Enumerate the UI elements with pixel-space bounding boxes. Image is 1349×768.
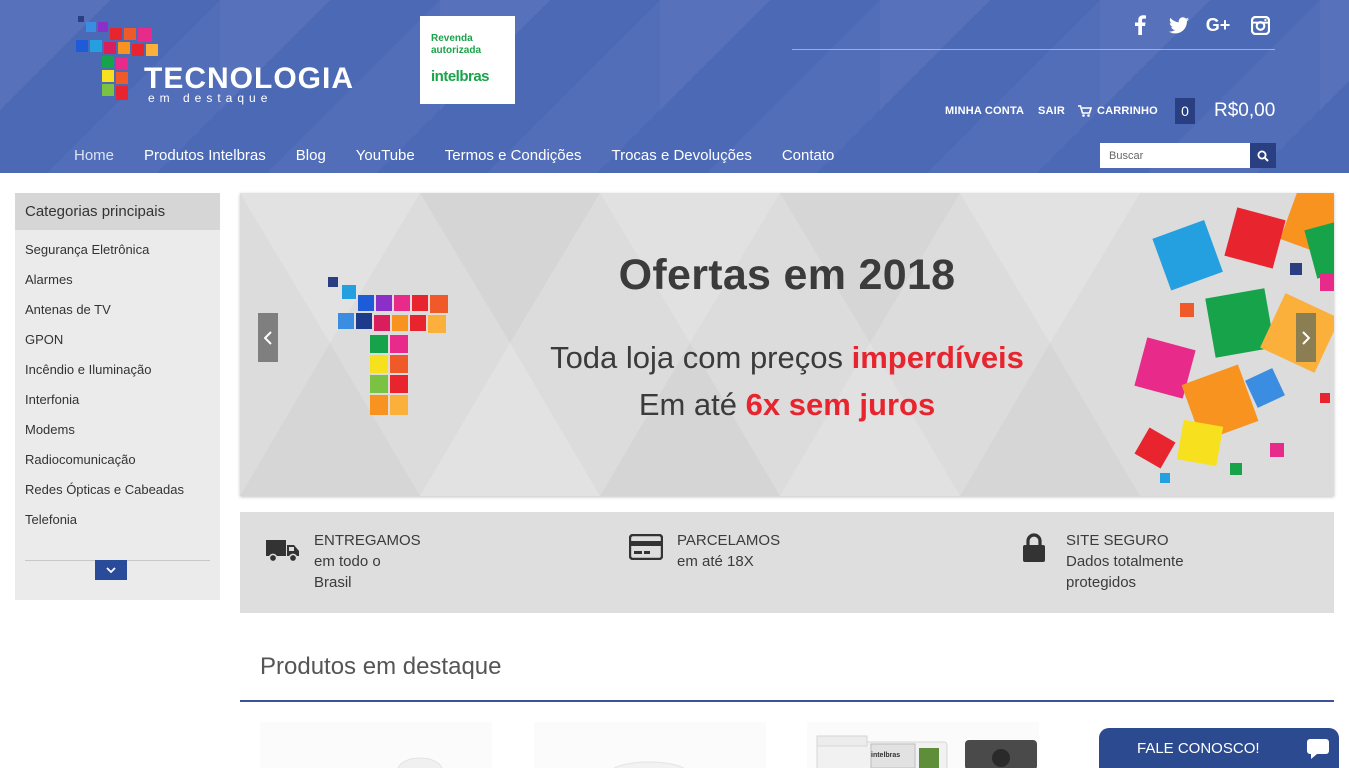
product-image: [260, 722, 492, 768]
show-more-categories-button[interactable]: [95, 560, 127, 580]
category-item[interactable]: GPON: [15, 325, 220, 355]
facebook-icon[interactable]: [1126, 12, 1154, 38]
search-input[interactable]: [1100, 143, 1250, 168]
chevron-left-icon: [264, 330, 272, 345]
nav-blog[interactable]: Blog: [296, 145, 326, 167]
header-divider: [792, 49, 1275, 50]
carousel-prev-button[interactable]: [258, 313, 278, 362]
category-item[interactable]: Telefonia: [15, 505, 220, 535]
nav-youtube[interactable]: YouTube: [356, 145, 415, 167]
chevron-down-icon: [106, 566, 116, 573]
feature-installments-desc: em até 18X: [677, 553, 754, 570]
banner-line-2: Em até 6x sem juros: [240, 385, 1334, 425]
logo-wordmark: TECNOLOGIA: [144, 62, 354, 95]
feature-installments-title: PARCELAMOS: [677, 532, 781, 549]
category-item[interactable]: Radiocomunicação: [15, 445, 220, 475]
category-item[interactable]: Segurança Eletrônica: [15, 235, 220, 265]
main-nav: Home Produtos Intelbras Blog YouTube Ter…: [74, 145, 864, 167]
product-card[interactable]: [534, 722, 766, 768]
category-item[interactable]: Incêndio e Iluminação: [15, 355, 220, 385]
site-logo[interactable]: TECNOLOGIA em destaque: [74, 14, 356, 106]
banner-line-1-text: Toda loja com preços: [550, 340, 852, 375]
credit-card-icon: [629, 534, 663, 560]
cart-total: R$0,00: [1214, 100, 1276, 121]
product-card[interactable]: intelbras: [807, 722, 1039, 768]
banner-line-1: Toda loja com preços imperdíveis: [240, 338, 1334, 378]
feature-secure-desc: Dados totalmente protegidos: [1066, 553, 1184, 591]
product-thumb-brand: intelbras: [871, 752, 901, 759]
nav-contato[interactable]: Contato: [782, 145, 835, 167]
category-item[interactable]: Interfonia: [15, 385, 220, 415]
feature-delivery-title: ENTREGAMOS: [314, 532, 421, 549]
sidebar-title: Categorias principais: [15, 193, 220, 230]
search-icon: [1257, 150, 1269, 162]
featured-products-rule: [240, 700, 1334, 702]
product-card[interactable]: [260, 722, 492, 768]
badge-brand: intelbras: [431, 68, 490, 85]
my-account-link[interactable]: MINHA CONTA: [945, 104, 1024, 118]
banner-line-1-highlight: imperdíveis: [851, 340, 1024, 375]
nav-trocas[interactable]: Trocas e Devoluções: [611, 145, 751, 167]
cart-link[interactable]: CARRINHO: [1078, 104, 1158, 118]
product-image: [807, 722, 1039, 768]
cart-label: CARRINHO: [1097, 105, 1158, 117]
cart-icon: [1078, 105, 1092, 117]
banner-headline: Ofertas em 2018: [618, 251, 956, 299]
google-plus-icon[interactable]: G+: [1204, 12, 1232, 38]
chevron-right-icon: [1302, 330, 1310, 345]
category-list: Segurança Eletrônica Alarmes Antenas de …: [15, 230, 220, 535]
lock-icon: [1023, 533, 1045, 562]
nav-produtos-intelbras[interactable]: Produtos Intelbras: [144, 145, 266, 167]
nav-home[interactable]: Home: [74, 145, 114, 167]
carousel-next-button[interactable]: [1296, 313, 1316, 362]
intelbras-reseller-badge[interactable]: Revenda autorizada intelbras: [420, 16, 515, 104]
instagram-icon[interactable]: [1246, 12, 1274, 38]
cart-count-badge[interactable]: 0: [1175, 98, 1195, 124]
feature-delivery-desc: em todo o Brasil: [314, 553, 381, 591]
search-button[interactable]: [1250, 143, 1276, 168]
category-item[interactable]: Antenas de TV: [15, 295, 220, 325]
category-item[interactable]: Alarmes: [15, 265, 220, 295]
chat-bubble-icon: [1307, 739, 1329, 759]
logout-link[interactable]: SAIR: [1038, 104, 1065, 118]
logo-tagline: em destaque: [148, 91, 273, 105]
hero-carousel: Ofertas em 2018 Toda loja com preços imp…: [240, 193, 1334, 496]
badge-caption: Revenda autorizada: [431, 33, 482, 56]
banner-line-2-text: Em até: [638, 387, 746, 422]
category-sidebar: Categorias principais Segurança Eletrôni…: [15, 193, 220, 600]
nav-termos[interactable]: Termos e Condições: [445, 145, 582, 167]
site-header: TECNOLOGIA em destaque Revenda autorizad…: [0, 0, 1349, 173]
banner-line-2-highlight: 6x sem juros: [745, 387, 936, 422]
category-item[interactable]: Redes Ópticas e Cabeadas: [15, 475, 220, 505]
features-bar: ENTREGAMOS em todo o Brasil PARCELAMOS e…: [240, 512, 1334, 613]
contact-chat-button[interactable]: FALE CONOSCO!: [1099, 728, 1339, 768]
twitter-icon[interactable]: [1165, 12, 1193, 38]
chat-label: FALE CONOSCO!: [1137, 740, 1260, 757]
product-image: [534, 722, 766, 768]
category-item[interactable]: Modems: [15, 415, 220, 445]
featured-products-title: Produtos em destaque: [260, 653, 502, 680]
truck-icon: [266, 540, 299, 563]
feature-secure-title: SITE SEGURO: [1066, 532, 1169, 549]
